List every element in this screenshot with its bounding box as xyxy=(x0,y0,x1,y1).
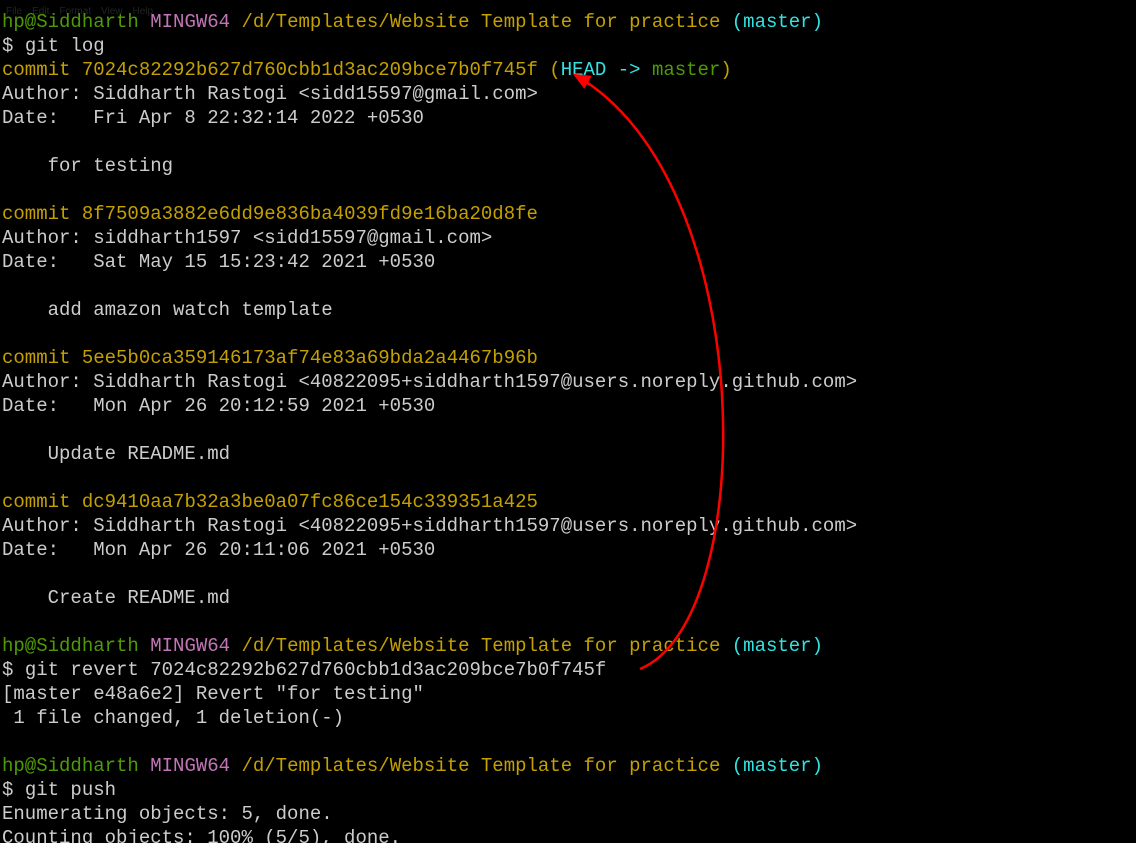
prompt-host: MINGW64 xyxy=(150,755,230,777)
commit-date-2: Date: Mon Apr 26 20:12:59 2021 +0530 xyxy=(2,395,435,417)
commit-hash-3: dc9410aa7b32a3be0a07fc86ce154c339351a425 xyxy=(82,491,538,513)
commit-author-2: Author: Siddharth Rastogi <40822095+sidd… xyxy=(2,371,857,393)
prompt-branch: (master) xyxy=(732,755,823,777)
commit-label: commit xyxy=(2,491,82,513)
commit-msg-1: add amazon watch template xyxy=(2,299,333,321)
ref-head: HEAD -> xyxy=(561,59,652,81)
menu-bar: File Edit Format View Help xyxy=(0,0,159,24)
menu-help[interactable]: Help xyxy=(133,0,154,24)
cmd-git-log: git log xyxy=(25,35,105,57)
commit-date-0: Date: Fri Apr 8 22:32:14 2022 +0530 xyxy=(2,107,424,129)
menu-file[interactable]: File xyxy=(6,0,22,24)
commit-msg-2: Update README.md xyxy=(2,443,230,465)
menu-format[interactable]: Format xyxy=(59,0,91,24)
commit-hash-1: 8f7509a3882e6dd9e836ba4039fd9e16ba20d8fe xyxy=(82,203,538,225)
push-output-2: Counting objects: 100% (5/5), done. xyxy=(2,827,401,843)
prompt-dollar: $ xyxy=(2,659,25,681)
prompt-dollar: $ xyxy=(2,35,25,57)
prompt-user: hp@Siddharth xyxy=(2,755,139,777)
menu-edit[interactable]: Edit xyxy=(32,0,49,24)
cmd-git-push: git push xyxy=(25,779,116,801)
prompt-branch: (master) xyxy=(732,11,823,33)
menu-view[interactable]: View xyxy=(101,0,123,24)
prompt-dollar: $ xyxy=(2,779,25,801)
prompt-path: /d/Templates/Website Template for practi… xyxy=(241,635,720,657)
ref-open: ( xyxy=(538,59,561,81)
revert-output-2: 1 file changed, 1 deletion(-) xyxy=(2,707,344,729)
prompt-host: MINGW64 xyxy=(150,635,230,657)
commit-msg-0: for testing xyxy=(2,155,173,177)
prompt-host: MINGW64 xyxy=(150,11,230,33)
commit-date-3: Date: Mon Apr 26 20:11:06 2021 +0530 xyxy=(2,539,435,561)
revert-output-1: [master e48a6e2] Revert "for testing" xyxy=(2,683,424,705)
prompt-path: /d/Templates/Website Template for practi… xyxy=(241,11,720,33)
commit-hash-0: 7024c82292b627d760cbb1d3ac209bce7b0f745f xyxy=(82,59,538,81)
commit-author-1: Author: siddharth1597 <sidd15597@gmail.c… xyxy=(2,227,492,249)
commit-date-1: Date: Sat May 15 15:23:42 2021 +0530 xyxy=(2,251,435,273)
ref-close: ) xyxy=(720,59,731,81)
commit-msg-3: Create README.md xyxy=(2,587,230,609)
prompt-path: /d/Templates/Website Template for practi… xyxy=(241,755,720,777)
commit-label: commit xyxy=(2,203,82,225)
cmd-git-revert: git revert 7024c82292b627d760cbb1d3ac209… xyxy=(25,659,607,681)
commit-hash-2: 5ee5b0ca359146173af74e83a69bda2a4467b96b xyxy=(82,347,538,369)
commit-label: commit xyxy=(2,59,82,81)
prompt-user: hp@Siddharth xyxy=(2,635,139,657)
commit-author-0: Author: Siddharth Rastogi <sidd15597@gma… xyxy=(2,83,538,105)
commit-label: commit xyxy=(2,347,82,369)
terminal-output[interactable]: hp@Siddharth MINGW64 /d/Templates/Websit… xyxy=(0,0,1136,843)
push-output-1: Enumerating objects: 5, done. xyxy=(2,803,333,825)
ref-branch: master xyxy=(652,59,720,81)
commit-author-3: Author: Siddharth Rastogi <40822095+sidd… xyxy=(2,515,857,537)
prompt-branch: (master) xyxy=(732,635,823,657)
